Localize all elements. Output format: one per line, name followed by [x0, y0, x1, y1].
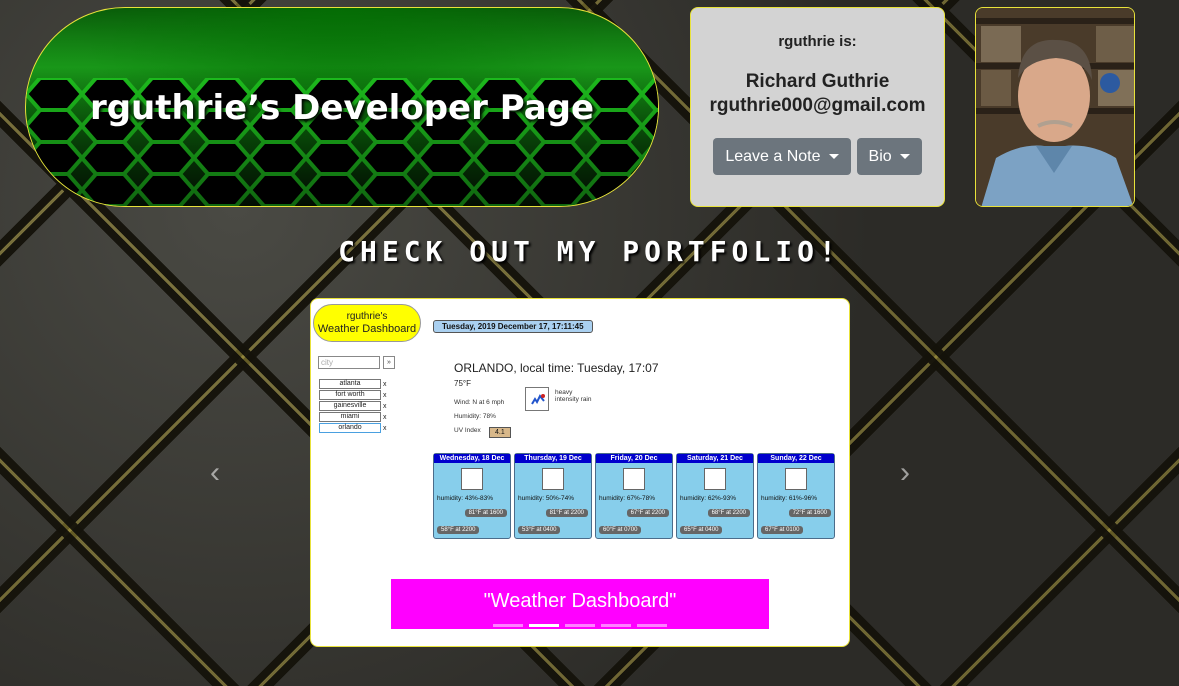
profile-button-row: Leave a Note Bio: [691, 138, 944, 175]
weather-search-button: »: [383, 356, 395, 369]
chevron-right-icon: ›: [900, 456, 910, 489]
cloud-icon: [704, 468, 726, 490]
weather-city-list: atlanta x fort worth x gainesville x miami x…: [319, 379, 387, 434]
caret-down-icon: [899, 154, 910, 159]
header-banner: rguthrie’s Developer Page: [25, 7, 659, 207]
weather-temp: 75°F: [454, 379, 471, 388]
sun-cloud-icon: [623, 468, 645, 490]
profile-photo: [976, 8, 1134, 206]
weather-wind: Wind: N at 6 mph: [454, 399, 505, 406]
profile-name: Richard Guthrie: [745, 71, 890, 92]
forecast-card: Saturday, 21 Dec humidity: 62%-93% 68°F …: [676, 453, 754, 539]
weather-uv-value: 4.1: [489, 427, 511, 438]
weather-logo-line2: Weather Dashboard: [317, 323, 417, 335]
forecast-card: Thursday, 19 Dec humidity: 50%-74% 81°F …: [514, 453, 592, 539]
weather-city-item: miami x: [319, 412, 387, 422]
carousel-indicator[interactable]: [637, 624, 667, 627]
weather-headline: ORLANDO, local time: Tuesday, 17:07: [454, 361, 659, 375]
profile-card: rguthrie is: Richard Guthrie rguthrie000…: [690, 7, 945, 207]
forecast-card: Sunday, 22 Dec humidity: 61%-96% 72°F at…: [757, 453, 835, 539]
carousel-caption-text: "Weather Dashboard": [483, 590, 677, 612]
weather-city-item: fort worth x: [319, 390, 387, 400]
weather-city-item: orlando x: [319, 423, 387, 433]
carousel-next-button[interactable]: ›: [900, 456, 910, 490]
avatar: [975, 7, 1135, 207]
weather-humidity: Humidity: 78%: [454, 413, 496, 420]
weather-logo: rguthrie's Weather Dashboard: [313, 304, 421, 342]
bio-label: Bio: [868, 147, 892, 165]
leave-a-note-button[interactable]: Leave a Note: [713, 138, 851, 175]
forecast-card: Wednesday, 18 Dec humidity: 43%-83% 81°F…: [433, 453, 511, 539]
portfolio-heading: CHECK OUT MY PORTFOLIO!: [338, 235, 841, 268]
carousel-indicator[interactable]: [493, 624, 523, 627]
sun-icon: [542, 468, 564, 490]
weather-city-item: gainesville x: [319, 401, 387, 411]
forecast-card: Friday, 20 Dec humidity: 67%-78% 67°F at…: [595, 453, 673, 539]
weather-logo-line1: rguthrie's: [346, 311, 388, 322]
weather-search-input: city: [318, 356, 380, 369]
rain-icon: [785, 468, 807, 490]
profile-label: rguthrie is:: [778, 33, 857, 50]
weather-condition: heavy intensity rain: [555, 389, 592, 403]
carousel-indicator[interactable]: [529, 624, 559, 627]
carousel-indicator[interactable]: [601, 624, 631, 627]
bio-button[interactable]: Bio: [856, 138, 922, 175]
carousel-indicators: [493, 624, 667, 627]
carousel-caption: "Weather Dashboard": [391, 579, 769, 629]
weather-uv-label: UV Index: [454, 427, 481, 434]
weather-city-item: atlanta x: [319, 379, 387, 389]
carousel-prev-button[interactable]: ‹: [210, 456, 220, 490]
leave-a-note-label: Leave a Note: [725, 147, 821, 165]
chevron-left-icon: ‹: [210, 456, 220, 489]
rain-icon: [525, 387, 549, 411]
page-title: rguthrie’s Developer Page: [89, 88, 595, 128]
profile-email: rguthrie000@gmail.com: [709, 95, 926, 116]
portfolio-carousel[interactable]: rguthrie's Weather Dashboard Tuesday, 20…: [310, 298, 850, 647]
weather-date: Tuesday, 2019 December 17, 17:11:45: [433, 320, 593, 333]
caret-down-icon: [828, 154, 839, 159]
carousel-indicator[interactable]: [565, 624, 595, 627]
partly-cloudy-icon: [461, 468, 483, 490]
